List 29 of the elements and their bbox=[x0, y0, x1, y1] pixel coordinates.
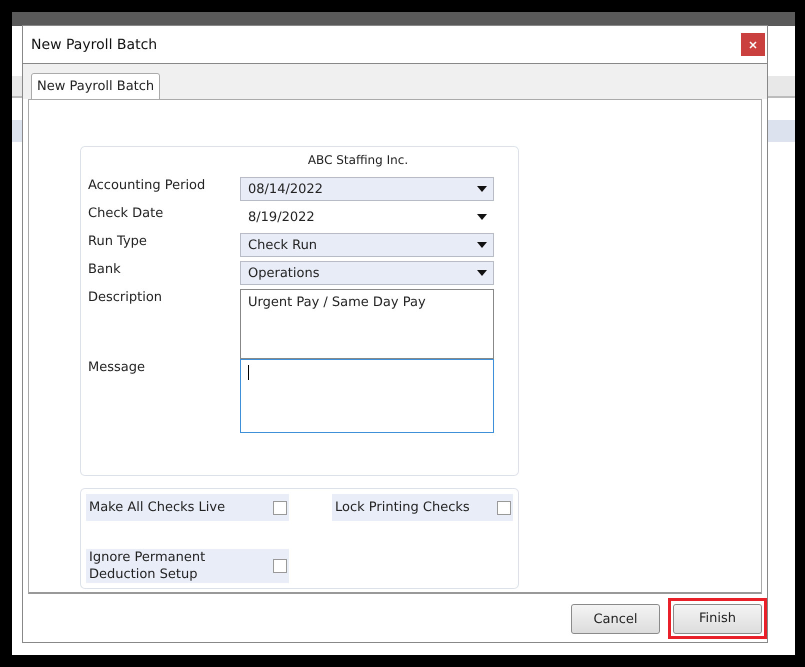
close-button[interactable] bbox=[741, 33, 765, 56]
dropdown[interactable]: Operations bbox=[240, 261, 494, 286]
field-label: Run Type bbox=[88, 233, 148, 250]
close-icon bbox=[749, 40, 757, 49]
field-label: Accounting Period bbox=[88, 177, 206, 194]
text-cursor bbox=[248, 365, 249, 380]
caret-icon bbox=[477, 214, 487, 220]
text-area[interactable]: Urgent Pay / Same Day Pay bbox=[240, 289, 494, 360]
checkbox[interactable] bbox=[273, 500, 287, 515]
dialog-button[interactable]: Finish bbox=[673, 604, 762, 634]
dropdown[interactable]: Check Run bbox=[240, 233, 494, 258]
caret-icon bbox=[477, 242, 487, 248]
dropdown[interactable]: 08/14/2022 bbox=[240, 177, 494, 202]
field-label: Bank bbox=[88, 261, 122, 278]
tab[interactable]: New Payroll Batch bbox=[31, 73, 160, 100]
company-name: ABC Staffing Inc. bbox=[306, 153, 410, 168]
field-label: Description bbox=[88, 289, 164, 306]
checkbox-label: Ignore Permanent Deduction Setup bbox=[89, 549, 206, 584]
text-area[interactable] bbox=[240, 359, 494, 434]
field-label: Message bbox=[88, 359, 146, 376]
checkbox[interactable] bbox=[273, 559, 287, 574]
dialog-button[interactable]: Cancel bbox=[571, 604, 660, 634]
caret-icon bbox=[477, 186, 487, 192]
checkbox[interactable] bbox=[497, 500, 511, 515]
checkbox-label: Lock Printing Checks bbox=[335, 499, 471, 516]
checkbox-label: Make All Checks Live bbox=[89, 499, 226, 516]
field-label: Check Date bbox=[88, 205, 164, 222]
caret-icon bbox=[477, 270, 487, 276]
dialog-title: New Payroll Batch bbox=[31, 36, 158, 53]
